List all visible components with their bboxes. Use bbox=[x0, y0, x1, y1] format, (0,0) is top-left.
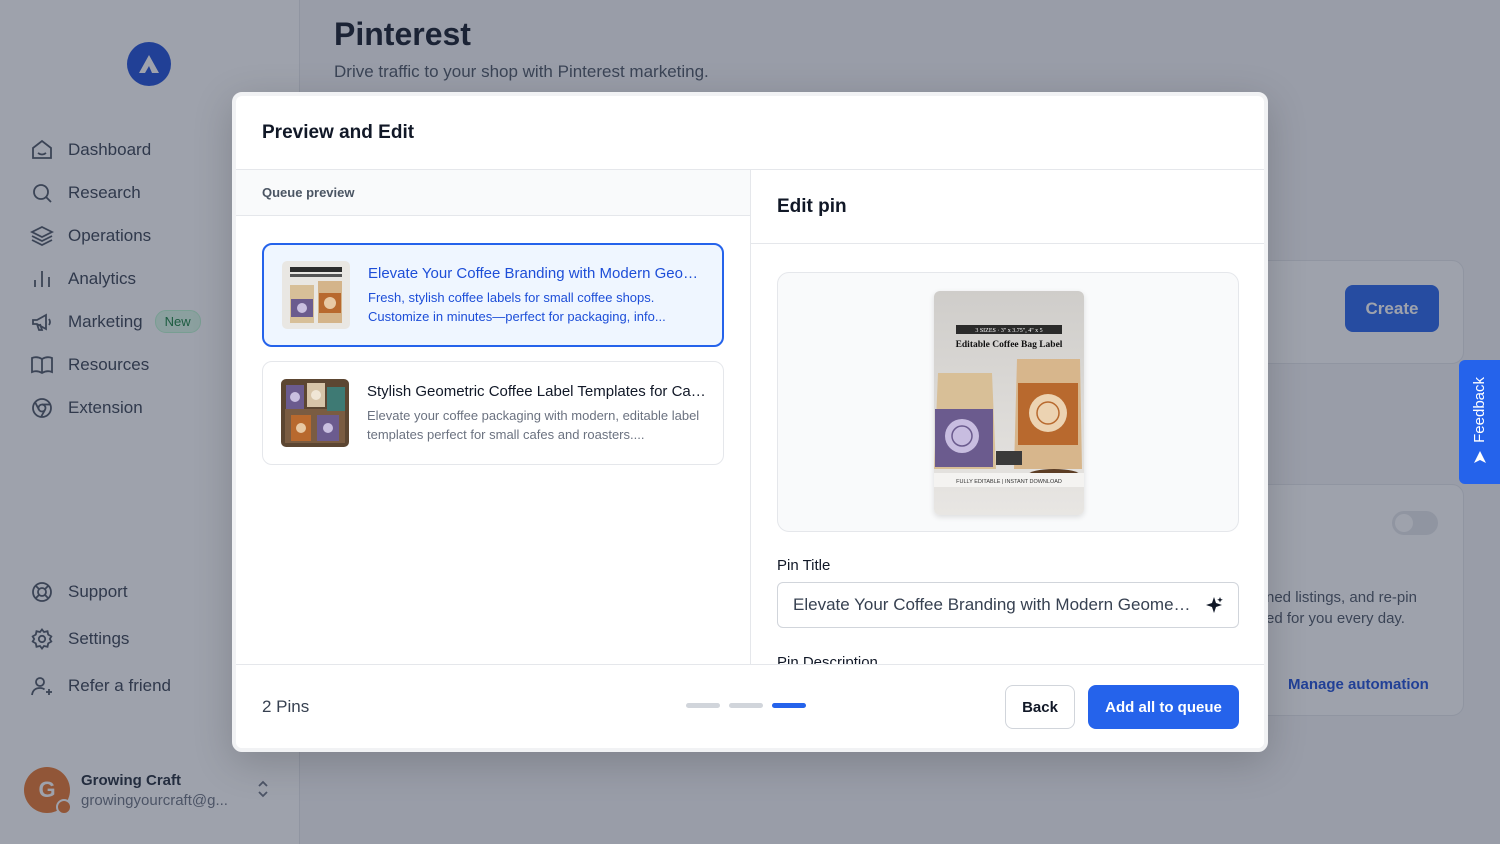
step-indicator bbox=[686, 703, 806, 708]
pin-thumbnail bbox=[281, 379, 349, 447]
pin-title: Stylish Geometric Coffee Label Templates… bbox=[367, 382, 707, 400]
send-icon bbox=[1473, 450, 1487, 467]
pin-image-footer: FULLY EDITABLE | INSTANT DOWNLOAD bbox=[956, 479, 1062, 485]
queue-preview-pane: Queue preview Elevate Your Coffee Brandi… bbox=[236, 170, 751, 664]
feedback-label: Feedback bbox=[1471, 376, 1488, 443]
feedback-tab[interactable]: Feedback bbox=[1459, 360, 1500, 484]
edit-pin-heading: Edit pin bbox=[751, 170, 1264, 244]
step-dot bbox=[686, 703, 720, 708]
edit-pin-pane: Edit pin 3 SIZES · 3" x 3.75", 4" x 5 Ed… bbox=[751, 170, 1264, 664]
add-all-to-queue-button[interactable]: Add all to queue bbox=[1088, 685, 1239, 729]
pin-image-heading: Editable Coffee Bag Label bbox=[956, 340, 1063, 350]
queue-pin-card[interactable]: Elevate Your Coffee Branding with Modern… bbox=[262, 243, 724, 347]
modal-footer: 2 Pins Back Add all to queue bbox=[236, 664, 1264, 748]
pin-image[interactable]: 3 SIZES · 3" x 3.75", 4" x 5 Editable Co… bbox=[934, 291, 1084, 515]
pins-count: 2 Pins bbox=[262, 697, 310, 716]
pin-title-value: Elevate Your Coffee Branding with Modern… bbox=[793, 595, 1193, 614]
pin-image-banner: 3 SIZES · 3" x 3.75", 4" x 5 bbox=[975, 328, 1042, 334]
ai-sparkle-icon[interactable] bbox=[1204, 595, 1224, 620]
pin-description: Elevate your coffee packaging with moder… bbox=[367, 407, 700, 442]
pin-title: Elevate Your Coffee Branding with Modern… bbox=[368, 264, 708, 282]
pin-thumbnail bbox=[282, 261, 350, 329]
preview-edit-modal: Preview and Edit Queue preview Elevate Y… bbox=[232, 92, 1268, 752]
queue-pin-card[interactable]: Stylish Geometric Coffee Label Templates… bbox=[262, 361, 724, 465]
pin-title-input[interactable]: Elevate Your Coffee Branding with Modern… bbox=[777, 582, 1239, 628]
queue-preview-heading: Queue preview bbox=[236, 170, 750, 216]
pin-description-label: Pin Description bbox=[777, 654, 878, 664]
modal-title: Preview and Edit bbox=[262, 122, 415, 143]
pin-description: Fresh, stylish coffee labels for small c… bbox=[368, 289, 666, 324]
pin-title-label: Pin Title bbox=[777, 557, 831, 574]
step-dot-active bbox=[772, 703, 806, 708]
back-button[interactable]: Back bbox=[1005, 685, 1075, 729]
step-dot bbox=[729, 703, 763, 708]
pin-image-preview: 3 SIZES · 3" x 3.75", 4" x 5 Editable Co… bbox=[777, 272, 1239, 532]
